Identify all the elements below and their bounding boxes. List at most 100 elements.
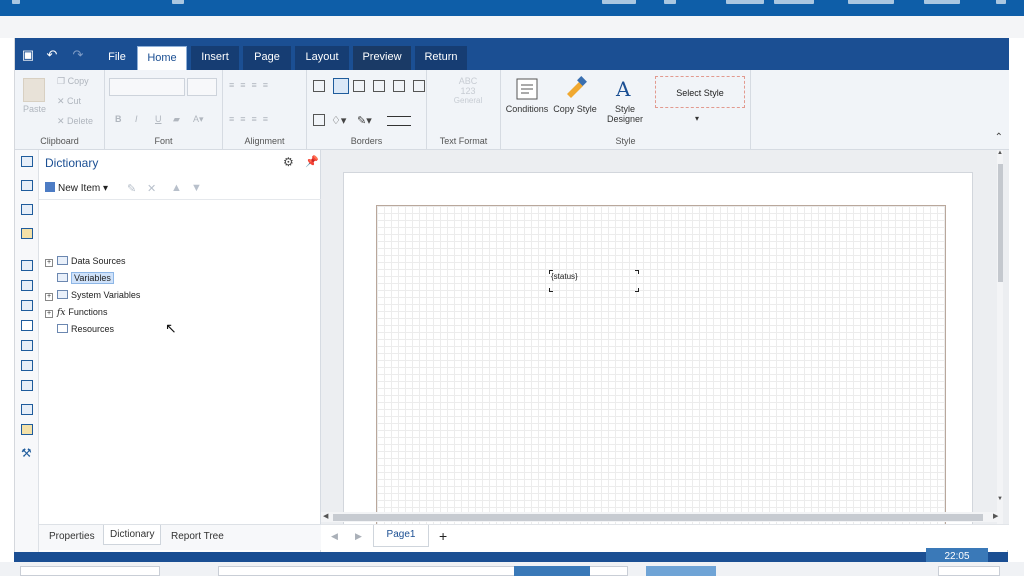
new-item-button[interactable]: New Item ▾ bbox=[45, 182, 108, 194]
tools-icon[interactable]: ⚒ bbox=[21, 446, 32, 460]
tab-home[interactable]: Home bbox=[137, 46, 187, 70]
user-icon[interactable] bbox=[924, 0, 960, 4]
border-top-icon[interactable] bbox=[373, 80, 385, 92]
border-all-icon[interactable] bbox=[313, 80, 325, 92]
tree-item-variables[interactable]: Variables bbox=[45, 271, 114, 285]
taskbar-item[interactable] bbox=[938, 566, 1000, 576]
bold-button[interactable]: B bbox=[115, 114, 122, 124]
scroll-right-icon[interactable]: ▶ bbox=[993, 512, 998, 520]
cut-button[interactable]: ✕ Cut bbox=[57, 96, 81, 107]
horizontal-scrollbar[interactable]: ◀ ▶ bbox=[321, 512, 1003, 522]
settings-icon[interactable] bbox=[774, 0, 814, 4]
border-color-icon[interactable]: ✎▾ bbox=[357, 114, 372, 127]
text-component-icon[interactable] bbox=[21, 260, 33, 271]
chevron-down-icon[interactable]: ▾ bbox=[695, 114, 699, 123]
image-component-icon[interactable] bbox=[21, 320, 33, 331]
border-outside-icon[interactable] bbox=[333, 78, 349, 94]
style-designer-button[interactable]: A Style Designer bbox=[605, 76, 645, 124]
conditions-button[interactable]: Conditions bbox=[505, 76, 549, 114]
gear-icon[interactable]: ⚙ bbox=[283, 155, 294, 169]
checkbox-component-icon[interactable] bbox=[21, 404, 33, 415]
chart-component-icon[interactable] bbox=[21, 424, 33, 435]
tree-item-resources[interactable]: Resources bbox=[45, 322, 114, 336]
border-left-icon[interactable] bbox=[353, 80, 365, 92]
scroll-left-icon[interactable]: ◀ bbox=[323, 512, 328, 520]
save-icon[interactable]: ▣ bbox=[21, 48, 35, 62]
tab-layout[interactable]: Layout bbox=[295, 46, 349, 70]
select-style-dropdown[interactable]: Select Style bbox=[655, 76, 745, 108]
cross-band-icon[interactable] bbox=[21, 204, 33, 215]
taskbar-item[interactable] bbox=[20, 566, 160, 576]
shape-component-icon[interactable] bbox=[21, 360, 33, 371]
tree-item-system-variables[interactable]: + System Variables bbox=[45, 288, 140, 302]
menu-icon[interactable] bbox=[12, 0, 20, 4]
vertical-scroll-thumb[interactable] bbox=[998, 164, 1003, 282]
highlight-icon[interactable]: ▰ bbox=[173, 114, 180, 125]
report-canvas[interactable]: {status} bbox=[321, 150, 1009, 542]
taskbar-item-active[interactable] bbox=[514, 566, 590, 576]
redo-icon[interactable]: ↷ bbox=[71, 48, 85, 62]
notification-icon[interactable] bbox=[726, 0, 764, 4]
tab-page[interactable]: Page bbox=[243, 46, 291, 70]
delete-icon[interactable]: ✕ bbox=[147, 182, 156, 195]
tree-item-functions[interactable]: + fx Functions bbox=[45, 305, 107, 319]
border-right-icon[interactable] bbox=[393, 80, 405, 92]
image-band-icon[interactable] bbox=[21, 228, 33, 239]
undo-icon[interactable]: ↶ bbox=[45, 48, 59, 62]
font-color-icon[interactable]: A▾ bbox=[193, 114, 204, 125]
paste-button[interactable]: Paste bbox=[23, 104, 46, 114]
tab-dictionary[interactable]: Dictionary bbox=[103, 525, 162, 545]
expand-icon[interactable]: + bbox=[45, 293, 53, 301]
tab-report-tree[interactable]: Report Tree bbox=[171, 531, 224, 542]
expand-icon[interactable]: + bbox=[45, 310, 53, 318]
horizontal-scroll-thumb[interactable] bbox=[333, 514, 983, 521]
delete-button[interactable]: ✕ Delete bbox=[57, 116, 93, 127]
scroll-up-icon[interactable]: ▲ bbox=[997, 150, 1003, 156]
report-page[interactable]: {status} bbox=[343, 172, 973, 542]
font-name-select[interactable] bbox=[109, 78, 185, 96]
tab-file[interactable]: File bbox=[97, 46, 137, 70]
chart-icon[interactable] bbox=[602, 0, 636, 4]
tree-item-data-sources[interactable]: + Data Sources bbox=[45, 254, 126, 268]
page-band[interactable]: {status} bbox=[376, 205, 946, 535]
tab-page1[interactable]: Page1 bbox=[373, 525, 429, 547]
text-format-button[interactable]: ABC 123 General bbox=[451, 76, 485, 106]
move-down-icon[interactable]: ▼ bbox=[191, 182, 202, 194]
report-title-band-icon[interactable] bbox=[21, 156, 33, 167]
page-header-band-icon[interactable] bbox=[21, 180, 33, 191]
scroll-down-icon[interactable]: ▼ bbox=[997, 496, 1003, 502]
search-icon[interactable] bbox=[664, 0, 676, 4]
doc-icon[interactable] bbox=[172, 0, 184, 4]
tab-preview[interactable]: Preview bbox=[353, 46, 411, 70]
collapse-ribbon-icon[interactable]: ⌃ bbox=[995, 132, 1003, 143]
add-page-button[interactable]: + bbox=[439, 528, 447, 544]
fill-color-icon[interactable]: ♢▾ bbox=[331, 114, 346, 127]
italic-button[interactable]: I bbox=[135, 114, 138, 124]
rich-text-icon[interactable] bbox=[21, 280, 33, 291]
align-top-icons[interactable]: ≡≡≡≡ bbox=[229, 80, 274, 90]
border-style-icon[interactable] bbox=[387, 116, 411, 126]
page-next-icon[interactable]: ▶ bbox=[355, 531, 362, 542]
layout-icon[interactable] bbox=[848, 0, 894, 4]
font-size-select[interactable] bbox=[187, 78, 217, 96]
tab-insert[interactable]: Insert bbox=[191, 46, 239, 70]
pin-icon[interactable]: 📌 bbox=[305, 155, 319, 168]
copy-button[interactable]: ❐ Copy bbox=[57, 76, 89, 87]
border-none-icon[interactable] bbox=[313, 114, 325, 126]
edit-icon[interactable]: ✎ bbox=[127, 182, 136, 195]
help-icon[interactable] bbox=[996, 0, 1006, 4]
taskbar-item[interactable] bbox=[646, 566, 716, 576]
tab-properties[interactable]: Properties bbox=[49, 531, 95, 542]
move-up-icon[interactable]: ▲ bbox=[171, 182, 182, 194]
page-prev-icon[interactable]: ◀ bbox=[331, 531, 338, 542]
table-component-icon[interactable] bbox=[21, 380, 33, 391]
expand-icon[interactable]: + bbox=[45, 259, 53, 267]
align-left-icons[interactable]: ≡≡≡≡ bbox=[229, 114, 274, 124]
label-component-icon[interactable] bbox=[21, 300, 33, 311]
tab-return[interactable]: Return bbox=[415, 46, 467, 70]
border-bottom-icon[interactable] bbox=[413, 80, 425, 92]
panel-component-icon[interactable] bbox=[21, 340, 33, 351]
vertical-scrollbar[interactable]: ▲ ▼ bbox=[997, 150, 1003, 550]
copy-style-button[interactable]: Copy Style bbox=[551, 76, 599, 114]
status-text-component[interactable]: {status} bbox=[549, 270, 639, 292]
